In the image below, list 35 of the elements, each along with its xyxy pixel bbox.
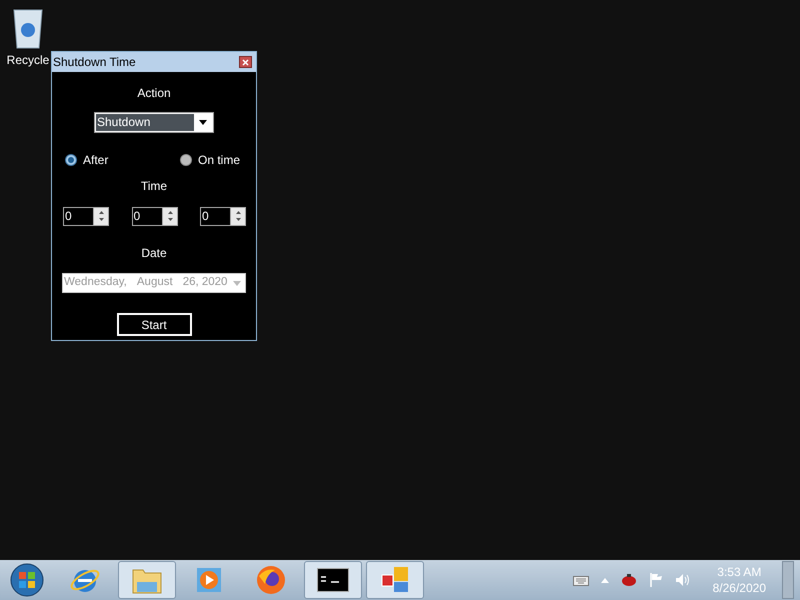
close-icon (242, 58, 249, 66)
date-part: Wednesday, (64, 275, 127, 290)
spinner-value: 0 (201, 208, 210, 225)
number-spinner[interactable]: 0 (63, 207, 109, 226)
field-label: Action (137, 85, 171, 102)
start-orb-icon[interactable] (10, 563, 44, 597)
number-spinner[interactable]: 0 (200, 207, 246, 226)
action-dropdown[interactable]: Shutdown (94, 112, 214, 133)
date-part: August (136, 275, 173, 290)
spinner-value: 0 (132, 208, 142, 225)
play-icon (195, 566, 223, 594)
radio-button[interactable] (180, 154, 192, 166)
spinner-value: 0 (64, 208, 73, 225)
icon-label: Recycle (6, 52, 50, 69)
clock-text: 3:53 AM (717, 564, 762, 580)
date-part: 26, 2020 (182, 275, 228, 290)
dropdown-value: Shutdown (96, 114, 194, 131)
caret-down-icon (199, 120, 207, 125)
field-label: Time (140, 178, 168, 195)
fox-globe-icon (255, 564, 287, 596)
radio-label[interactable]: After (83, 151, 108, 169)
radio-button[interactable] (65, 154, 77, 166)
keyboard-icon[interactable] (572, 574, 589, 586)
taskbar-button[interactable] (304, 561, 362, 599)
close-button[interactable] (239, 56, 252, 68)
terminal-icon (317, 568, 349, 592)
tray-app-icon[interactable] (620, 573, 637, 587)
color-tiles-icon (380, 565, 410, 595)
start-button[interactable]: Start (116, 313, 192, 336)
window-title: Shutdown Time (53, 54, 136, 71)
caret-down-icon (233, 280, 241, 286)
field-label: Date (141, 245, 167, 262)
clock-text: 8/26/2020 (712, 580, 766, 596)
radio-label[interactable]: On time (198, 151, 240, 169)
number-spinner[interactable]: 0 (132, 207, 178, 226)
